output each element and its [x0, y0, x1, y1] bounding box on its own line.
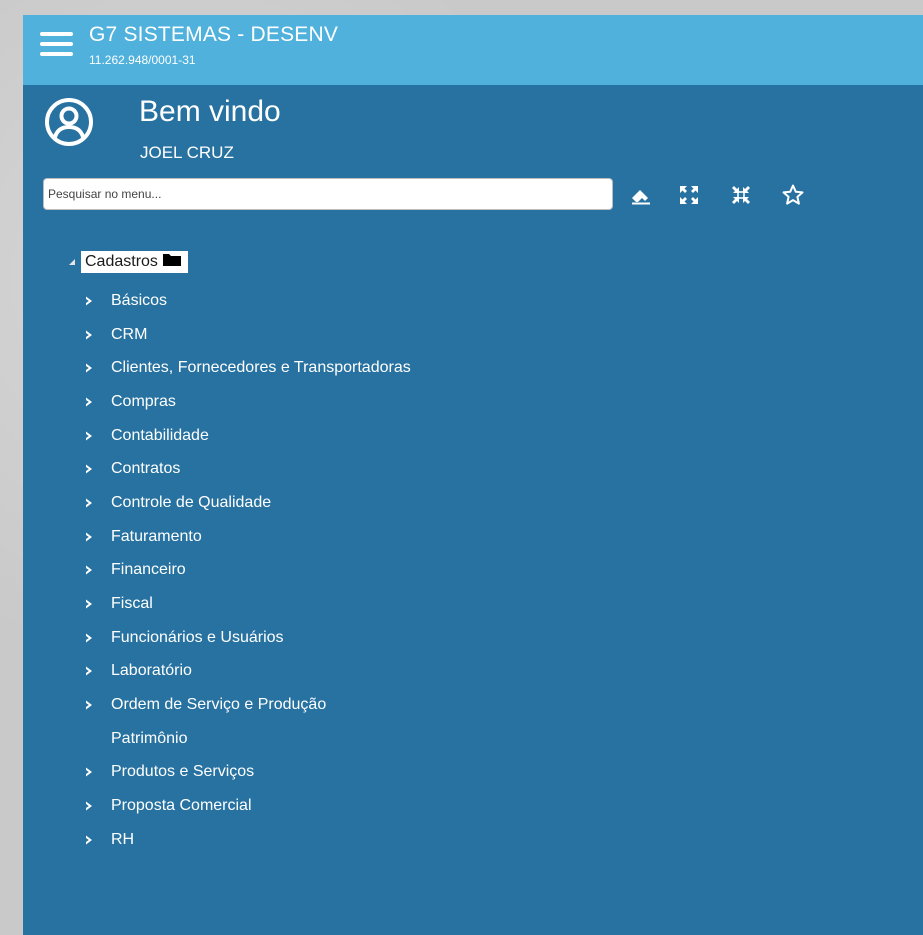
- collapse-toggle-icon[interactable]: [63, 248, 81, 276]
- chevron-right-icon[interactable]: [83, 666, 111, 676]
- tree-item[interactable]: RH: [83, 823, 883, 857]
- tree-item[interactable]: Fiscal: [83, 587, 883, 621]
- chevron-right-icon[interactable]: [83, 431, 111, 441]
- app-window: G7 SISTEMAS - DESENV 11.262.948/0001-31 …: [23, 15, 923, 935]
- chevron-right-icon[interactable]: [83, 464, 111, 474]
- tree-item-label: Funcionários e Usuários: [111, 628, 284, 646]
- clear-search-eraser-icon[interactable]: [629, 183, 653, 207]
- chevron-right-icon[interactable]: [83, 498, 111, 508]
- chevron-right-icon[interactable]: [83, 801, 111, 811]
- user-name: JOEL CRUZ: [140, 143, 234, 162]
- tree-item[interactable]: Financeiro: [83, 554, 883, 588]
- chevron-right-icon[interactable]: [83, 835, 111, 845]
- folder-icon: [162, 252, 182, 272]
- user-circle-icon: [44, 97, 94, 147]
- tree-item[interactable]: Contratos: [83, 452, 883, 486]
- tree-item[interactable]: Laboratório: [83, 655, 883, 689]
- tree-item-label: Clientes, Fornecedores e Transportadoras: [111, 359, 411, 377]
- chevron-right-icon[interactable]: [83, 565, 111, 575]
- chevron-right-icon[interactable]: [83, 633, 111, 643]
- tree-item-label: Produtos e Serviços: [111, 763, 255, 781]
- tree-item-label: Fiscal: [111, 595, 153, 613]
- tree-item[interactable]: Contabilidade: [83, 419, 883, 453]
- tree-item-label: Compras: [111, 392, 176, 410]
- tree-item[interactable]: Clientes, Fornecedores e Transportadoras: [83, 351, 883, 385]
- tree-item-label: RH: [111, 830, 135, 848]
- tree-item-label: CRM: [111, 325, 148, 343]
- tree-item-label: Básicos: [111, 291, 168, 309]
- user-profile: Bem vindo JOEL CRUZ: [23, 85, 923, 180]
- welcome-text: Bem vindo: [139, 95, 281, 128]
- app-title: G7 SISTEMAS - DESENV: [89, 23, 339, 46]
- tree-item-label: Contabilidade: [111, 426, 209, 444]
- chevron-right-icon[interactable]: [83, 330, 111, 340]
- tree-children: Básicos CRM Clientes, Fornecedores e Trans…: [83, 284, 883, 857]
- tree-item[interactable]: Faturamento: [83, 520, 883, 554]
- tree-item[interactable]: Funcionários e Usuários: [83, 621, 883, 655]
- tree-item[interactable]: Controle de Qualidade: [83, 486, 883, 520]
- chevron-right-icon[interactable]: [83, 296, 111, 306]
- tree-item[interactable]: Ordem de Serviço e Produção: [83, 688, 883, 722]
- tree-item-label: Financeiro: [111, 561, 186, 579]
- chevron-right-icon[interactable]: [83, 767, 111, 777]
- tree-item[interactable]: Básicos: [83, 284, 883, 318]
- favorites-star-icon[interactable]: [781, 183, 805, 207]
- tree-root-label[interactable]: Cadastros: [81, 251, 188, 273]
- tree-item-label: Patrimônio: [111, 729, 188, 747]
- chevron-right-icon[interactable]: [83, 532, 111, 542]
- tree-item[interactable]: CRM: [83, 318, 883, 352]
- collapse-all-icon[interactable]: [729, 183, 753, 207]
- company-cnpj: 11.262.948/0001-31: [89, 53, 196, 67]
- tree-item-label: Controle de Qualidade: [111, 493, 272, 511]
- chevron-right-icon[interactable]: [83, 363, 111, 373]
- chevron-right-icon[interactable]: [83, 700, 111, 710]
- tree-root-text: Cadastros: [85, 253, 158, 270]
- chevron-right-icon[interactable]: [83, 397, 111, 407]
- tree-item[interactable]: Patrimônio: [83, 722, 883, 756]
- tree-item[interactable]: Produtos e Serviços: [83, 756, 883, 790]
- top-bar: G7 SISTEMAS - DESENV 11.262.948/0001-31: [23, 15, 923, 85]
- menu-search-input[interactable]: [43, 178, 613, 210]
- search-toolbar: [23, 178, 923, 214]
- tree-item-label: Faturamento: [111, 527, 202, 545]
- tree-root-cadastros: Cadastros: [63, 248, 188, 276]
- tree-item-label: Laboratório: [111, 662, 192, 680]
- tree-item-label: Ordem de Serviço e Produção: [111, 696, 327, 714]
- tree-item-label: Contratos: [111, 460, 181, 478]
- expand-all-icon[interactable]: [677, 183, 701, 207]
- chevron-right-icon[interactable]: [83, 599, 111, 609]
- tree-item-label: Proposta Comercial: [111, 797, 252, 815]
- hamburger-menu-icon[interactable]: [40, 30, 73, 58]
- tree-item[interactable]: Proposta Comercial: [83, 789, 883, 823]
- tree-item[interactable]: Compras: [83, 385, 883, 419]
